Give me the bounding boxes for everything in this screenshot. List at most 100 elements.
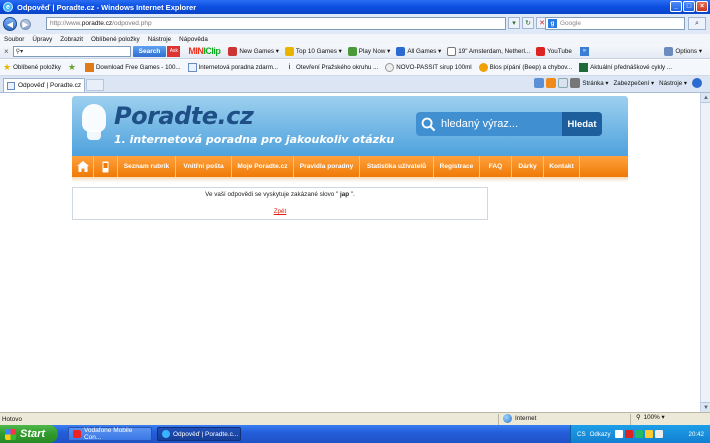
nav-moje-poradte[interactable]: Moje Poradte.cz: [232, 156, 294, 177]
tray-icon[interactable]: [624, 430, 633, 438]
tray-icon[interactable]: [614, 430, 623, 438]
maximize-button[interactable]: □: [683, 1, 695, 12]
status-divider: [630, 414, 631, 425]
vodafone-icon: [73, 430, 81, 438]
tray-icon[interactable]: [634, 430, 643, 438]
close-toolbar-icon[interactable]: ×: [4, 47, 9, 56]
toolbar-item-label: Play Now ▾: [358, 47, 391, 55]
links-toolbar[interactable]: Odkazy: [590, 431, 611, 438]
cmd-page[interactable]: Stránka ▾: [582, 80, 608, 87]
rss-icon[interactable]: [546, 78, 557, 88]
top-games-icon: [284, 46, 294, 56]
nav-darky[interactable]: Dárky: [512, 156, 544, 177]
status-divider: [498, 414, 499, 425]
nav-seznam-rubrik[interactable]: Seznam rubrik: [118, 156, 176, 177]
tray-icon[interactable]: [644, 430, 653, 438]
tray-icon[interactable]: [654, 430, 663, 438]
toolbar-youtube[interactable]: YouTube: [536, 46, 572, 56]
site-icon: [385, 63, 395, 72]
scroll-up-icon[interactable]: ▲: [701, 93, 710, 103]
favorites-button[interactable]: ★ Oblíbené položky: [3, 62, 61, 73]
ask-icon[interactable]: Ask: [167, 45, 181, 57]
internet-explorer-icon: [162, 430, 170, 438]
toolbar-new-games[interactable]: New Games ▾: [228, 46, 279, 56]
vertical-scrollbar[interactable]: ▲ ▼: [700, 93, 710, 412]
nav-mobile[interactable]: [94, 156, 118, 177]
site-search-input[interactable]: hledaný výraz...: [441, 118, 562, 130]
search-icon: [421, 117, 436, 131]
cmd-security[interactable]: Zabezpečení ▾: [614, 80, 655, 87]
site-header: Poradte.cz 1. internetová poradna pro ja…: [72, 96, 628, 156]
lightbulb-base: [87, 130, 101, 140]
nav-home[interactable]: [72, 156, 94, 177]
menu-bar: Soubor Úpravy Zobrazit Oblíbené položky …: [0, 34, 710, 44]
tab-active[interactable]: Odpověď | Poradte.cz: [3, 78, 85, 92]
scroll-down-icon[interactable]: ▼: [701, 402, 710, 412]
close-button[interactable]: ×: [696, 1, 708, 12]
help-icon[interactable]: [692, 78, 702, 88]
fav-link-free-games[interactable]: Download Free Games - 100...: [84, 63, 181, 72]
fav-link-prednasky[interactable]: Aktuální přednáškové cykly ...: [579, 63, 672, 72]
mail-icon[interactable]: [558, 78, 569, 88]
minimize-button[interactable]: _: [670, 1, 682, 12]
site-icon: [478, 63, 488, 72]
start-label: Start: [20, 428, 46, 440]
new-games-icon: [228, 46, 238, 56]
menu-tools[interactable]: Nástroje: [148, 36, 171, 43]
menu-file[interactable]: Soubor: [4, 36, 24, 43]
home-icon[interactable]: [534, 78, 545, 88]
lightbulb-icon: [82, 104, 106, 132]
nav-vnitrni-posta[interactable]: Vnitřní pošta: [176, 156, 232, 177]
start-button[interactable]: Start: [0, 425, 58, 443]
security-zone[interactable]: Internet: [503, 414, 536, 423]
task-ie-window[interactable]: Odpověď | Poradte.c...: [157, 427, 241, 441]
toolbar-search-input[interactable]: ⚲▾: [12, 45, 131, 57]
zoom-control[interactable]: ⚲ 100% ▾: [636, 414, 665, 421]
toolbar-search-button[interactable]: Search: [132, 45, 167, 57]
menu-edit[interactable]: Úpravy: [32, 36, 52, 43]
menu-favorites[interactable]: Oblíbené položky: [91, 36, 140, 43]
task-vodafone[interactable]: Vodafone Mobile Con...: [68, 427, 152, 441]
more-chevron-icon[interactable]: »: [579, 46, 589, 56]
toolbar-top-games[interactable]: Top 10 Games ▾: [284, 46, 342, 56]
toolbar-amsterdam[interactable]: 19" Amsterdam, Netherl...: [447, 46, 530, 56]
site-logo[interactable]: Poradte.cz: [114, 102, 254, 130]
search-go-icon[interactable]: ⌕: [688, 17, 706, 30]
new-tab-button[interactable]: [86, 79, 104, 91]
forward-button[interactable]: ▶: [20, 18, 31, 30]
add-favorite-button[interactable]: ★: [68, 62, 78, 73]
internet-explorer-icon: e: [3, 2, 13, 12]
message-box: Ve vaší odpovědi se vyskytuje zakázané s…: [72, 187, 488, 220]
menu-view[interactable]: Zobrazit: [60, 36, 83, 43]
back-link[interactable]: Zpět: [73, 208, 487, 215]
url-prefix: http://www.: [50, 20, 82, 27]
refresh-icon[interactable]: ↻: [522, 17, 534, 29]
fav-link-bios[interactable]: Blos pípání (Beep) a chybov...: [478, 63, 572, 72]
language-indicator[interactable]: CS: [577, 431, 586, 438]
site-tagline: 1. internetová poradna pro jakoukoliv ot…: [114, 133, 395, 146]
address-field[interactable]: http://www. poradte.cz/odpoved.php: [46, 17, 506, 30]
info-icon: i: [288, 64, 291, 71]
nav-pravidla-poradny[interactable]: Pravidla poradny: [294, 156, 360, 177]
nav-kontakt[interactable]: Kontakt: [544, 156, 580, 177]
fav-link-novo-passit[interactable]: NOVO-PASSIT sirup 100ml: [385, 63, 472, 72]
browser-search-input[interactable]: g Google: [545, 17, 685, 30]
page-icon: [7, 81, 15, 90]
command-bar: Stránka ▾ Zabezpečení ▾ Nástroje ▾: [534, 78, 704, 88]
toolbar-play-now[interactable]: Play Now ▾: [347, 46, 391, 56]
toolbar-options[interactable]: Options ▾: [664, 47, 702, 56]
fav-link-okruh[interactable]: i Otevření Pražského okruhu ...: [285, 63, 379, 72]
dropdown-icon[interactable]: ▾: [508, 17, 520, 29]
back-button[interactable]: ◀: [3, 17, 17, 31]
nav-registrace[interactable]: Registrace: [434, 156, 480, 177]
nav-faq[interactable]: FAQ: [480, 156, 512, 177]
miniclip-logo[interactable]: MINIClip: [188, 46, 221, 56]
cmd-tools[interactable]: Nástroje ▾: [659, 80, 687, 87]
toolbar-item-label: Top 10 Games ▾: [295, 47, 342, 55]
print-icon[interactable]: [570, 78, 581, 88]
toolbar-all-games[interactable]: All Games ▾: [396, 46, 441, 56]
site-search-button[interactable]: Hledat: [562, 112, 602, 136]
nav-statistika-uzivatelu[interactable]: Statistika uživatelů: [360, 156, 434, 177]
menu-help[interactable]: Nápověda: [179, 36, 208, 43]
fav-link-poradna[interactable]: Internetová poradna zdarm...: [187, 63, 278, 72]
